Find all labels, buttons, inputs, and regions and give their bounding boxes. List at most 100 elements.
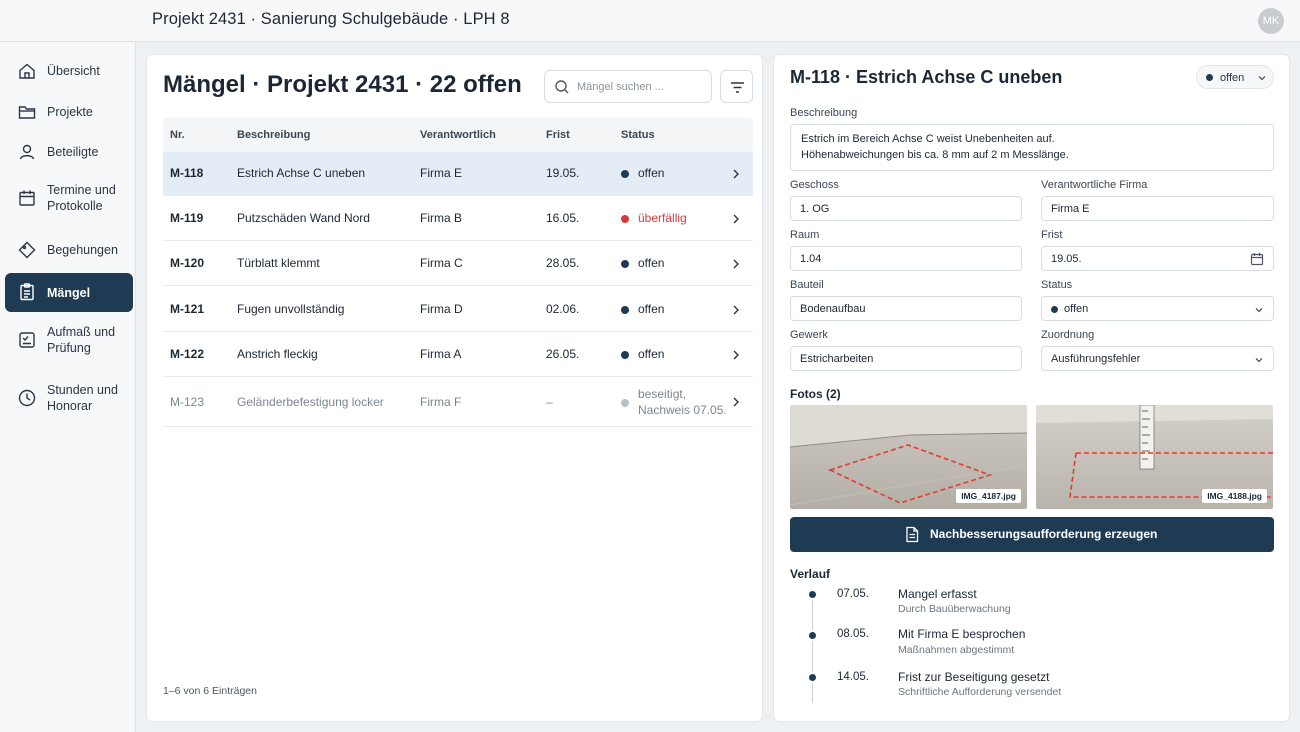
sidebar-item-label: Beteiligte [47, 145, 99, 159]
row-firm: Firma D [420, 302, 463, 316]
calendar-icon[interactable] [1250, 252, 1264, 266]
sidebar-item-projekte[interactable]: Projekte [5, 97, 133, 127]
history-title: Mangel erfasst [898, 587, 977, 601]
clipboard-icon [17, 282, 37, 302]
row-description: Putzschäden Wand Nord [237, 211, 370, 225]
timeline-dot [807, 672, 818, 683]
sidebar-item-label: Termine und Protokolle [47, 183, 116, 213]
sidebar-item-beteiligte[interactable]: Beteiligte [5, 137, 133, 167]
geschoss-value: 1. OG [800, 203, 830, 215]
status-label: offen [1220, 72, 1245, 84]
sidebar-item-maengel[interactable]: Mängel [5, 273, 133, 312]
sidebar-item-label: Übersicht [47, 64, 100, 78]
frist-value: 19.05. [1051, 253, 1082, 265]
user-avatar[interactable]: MK [1258, 8, 1284, 34]
sidebar-item-label: Mängel [47, 285, 91, 300]
chevron-down-icon [1255, 358, 1263, 363]
firma-value: Firma E [1051, 203, 1090, 215]
row-firm: Firma B [420, 211, 462, 225]
row-status: offen [638, 347, 665, 361]
chevron-right-icon [733, 259, 739, 269]
table-row[interactable]: M-120 Türblatt klemmt Firma C 28.05. off… [163, 241, 753, 286]
column-header-verantwortlich[interactable]: Verantwortlich [420, 129, 496, 141]
description-label: Beschreibung [790, 107, 858, 119]
history-date: 14.05. [837, 671, 869, 683]
row-due: 02.06. [546, 302, 580, 316]
photo-filename: IMG_4187.jpg [956, 489, 1021, 503]
geschoss-label: Geschoss [790, 179, 839, 191]
table-row[interactable]: M-121 Fugen unvollständig Firma D 02.06.… [163, 286, 753, 332]
row-description: Geländerbefestigung locker [237, 395, 384, 409]
home-icon [17, 61, 37, 81]
row-description: Türblatt klemmt [237, 256, 320, 270]
row-description: Anstrich fleckig [237, 347, 318, 361]
column-header-frist[interactable]: Frist [546, 129, 570, 141]
row-due: – [546, 395, 553, 409]
history-title: Frist zur Beseitigung gesetzt [898, 670, 1050, 684]
chevron-down-icon [1255, 308, 1263, 313]
sidebar-item-uebersicht[interactable]: Übersicht [5, 56, 133, 86]
search-input[interactable]: Mängel suchen ... [544, 70, 712, 103]
table-row[interactable]: M-118 Estrich Achse C uneben Firma E 19.… [163, 152, 753, 196]
status-dot [621, 215, 629, 223]
frist-date-field[interactable]: 19.05. [1041, 246, 1274, 271]
status-dot [621, 306, 629, 314]
status-dropdown[interactable]: offen [1196, 65, 1274, 89]
sidebar: Übersicht Projekte Beteiligte Termine un… [0, 42, 136, 732]
button-label: Nachbesserungsaufforderung erzeugen [930, 527, 1158, 541]
search-icon [554, 79, 570, 95]
status-select-value: offen [1064, 303, 1089, 315]
geschoss-field[interactable]: 1. OG [790, 196, 1022, 221]
row-firm: Firma A [420, 347, 462, 361]
sidebar-item-label: Begehungen [47, 243, 118, 257]
timeline-dot [807, 630, 818, 641]
generate-request-button[interactable]: Nachbesserungsaufforderung erzeugen [790, 517, 1274, 552]
sidebar-item-label: Projekte [47, 105, 93, 119]
chevron-right-icon [733, 350, 739, 360]
zuordnung-select[interactable]: Ausführungsfehler [1041, 346, 1274, 371]
top-bar: Projekt 2431 · Sanierung Schulgebäude · … [0, 0, 1300, 42]
zuordnung-value: Ausführungsfehler [1051, 353, 1141, 365]
description-line: Estrich im Bereich Achse C weist Unebenh… [801, 133, 1055, 145]
description-field[interactable]: Estrich im Bereich Achse C weist Unebenh… [790, 124, 1274, 171]
row-nr: M-121 [170, 302, 205, 316]
history-subtitle: Durch Bauüberwachung [898, 603, 1011, 615]
photo-thumbnail[interactable]: IMG_4187.jpg [790, 405, 1027, 509]
column-header-status[interactable]: Status [621, 129, 655, 141]
history-title: Mit Firma E besprochen [898, 627, 1026, 641]
sidebar-item-stunden[interactable]: Stunden und Honorar [5, 378, 133, 418]
bauteil-field[interactable]: Bodenaufbau [790, 296, 1022, 321]
sidebar-item-label: Aufmaß und Prüfung [47, 325, 116, 355]
page-title: Mängel · Projekt 2431 · 22 offen [163, 71, 522, 98]
row-nr: M-120 [170, 256, 205, 270]
raum-field[interactable]: 1.04 [790, 246, 1022, 271]
sidebar-item-begehungen[interactable]: Begehungen [5, 235, 133, 265]
chevron-right-icon [733, 397, 739, 407]
detail-title: M-118 · Estrich Achse C uneben [790, 67, 1063, 87]
photo-thumbnail[interactable]: IMG_4188.jpg [1036, 405, 1273, 509]
status-select[interactable]: offen [1041, 296, 1274, 321]
folder-icon [17, 102, 37, 122]
column-header-nr[interactable]: Nr. [170, 129, 185, 141]
history-date: 07.05. [837, 588, 869, 600]
row-nr: M-123 [170, 395, 205, 409]
firma-field[interactable]: Firma E [1041, 196, 1274, 221]
filter-button[interactable] [720, 70, 753, 103]
table-row[interactable]: M-123 Geländerbefestigung locker Firma F… [163, 377, 753, 427]
gewerk-field[interactable]: Estricharbeiten [790, 346, 1022, 371]
column-header-beschreibung[interactable]: Beschreibung [237, 129, 310, 141]
row-due: 26.05. [546, 347, 580, 361]
bauteil-value: Bodenaufbau [800, 303, 866, 315]
row-firm: Firma C [420, 256, 463, 270]
timeline-line [812, 591, 813, 703]
project-breadcrumb: Projekt 2431 · Sanierung Schulgebäude · … [152, 10, 510, 28]
pagination-info: 1–6 von 6 Einträgen [163, 685, 257, 697]
sidebar-item-termine[interactable]: Termine und Protokolle [5, 178, 133, 218]
table-row[interactable]: M-122 Anstrich fleckig Firma A 26.05. of… [163, 332, 753, 377]
status-dot [621, 351, 629, 359]
description-line: Höhenabweichungen bis ca. 8 mm auf 2 m M… [801, 149, 1069, 161]
timeline-dot [807, 589, 818, 600]
sidebar-item-aufmass[interactable]: Aufmaß und Prüfung [5, 320, 133, 360]
row-nr: M-122 [170, 347, 205, 361]
table-row[interactable]: M-119 Putzschäden Wand Nord Firma B 16.0… [163, 196, 753, 241]
